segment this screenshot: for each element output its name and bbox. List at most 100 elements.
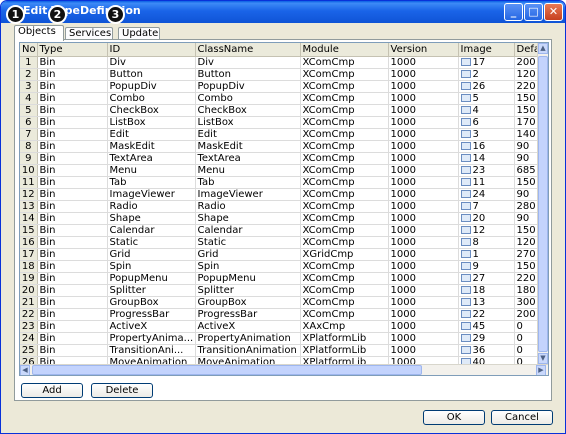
cell-image[interactable]: 12 xyxy=(458,224,515,237)
cell-id[interactable]: CheckBox xyxy=(107,104,196,117)
cell-version[interactable]: 1000 xyxy=(388,224,459,237)
cell-image[interactable]: 16 xyxy=(458,140,515,153)
horizontal-scrollbar[interactable]: ◀ ▶ xyxy=(20,364,548,375)
cell-classname[interactable]: Button xyxy=(195,68,301,81)
cell-no[interactable]: 20 xyxy=(20,284,38,297)
cell-no[interactable]: 17 xyxy=(20,248,38,261)
cell-id[interactable]: TransitionAni... xyxy=(107,344,196,357)
typedef-grid[interactable]: No Type ID ClassName Module Version Imag… xyxy=(19,42,549,376)
vertical-scroll-thumb[interactable] xyxy=(538,56,548,352)
table-row[interactable]: 10 Bin Menu Menu XComCmp 1000 23 685 xyxy=(20,164,548,177)
table-row[interactable]: 22 Bin ProgressBar ProgressBar XComCmp 1000 22… xyxy=(20,308,548,321)
cell-classname[interactable]: Calendar xyxy=(195,224,301,237)
cell-module[interactable]: XComCmp xyxy=(300,152,389,165)
cell-version[interactable]: 1000 xyxy=(388,140,459,153)
cell-image[interactable]: 6 xyxy=(458,116,515,129)
cell-id[interactable]: Button xyxy=(107,68,196,81)
cell-image[interactable]: 3 xyxy=(458,128,515,141)
cell-id[interactable]: Div xyxy=(107,56,196,69)
cell-classname[interactable]: Edit xyxy=(195,128,301,141)
cell-no[interactable]: 2 xyxy=(20,68,38,81)
cell-module[interactable]: XComCmp xyxy=(300,92,389,105)
cell-module[interactable]: XComCmp xyxy=(300,128,389,141)
cell-classname[interactable]: Radio xyxy=(195,200,301,213)
cell-type[interactable]: Bin xyxy=(37,272,108,285)
table-row[interactable]: 3 Bin PopupDiv PopupDiv XComCmp 1000 26 220 xyxy=(20,80,548,93)
cell-module[interactable]: XComCmp xyxy=(300,140,389,153)
cell-image[interactable]: 2 xyxy=(458,68,515,81)
cell-module[interactable]: XComCmp xyxy=(300,188,389,201)
tab-objects[interactable]: Objects xyxy=(14,25,64,41)
cell-image[interactable]: 24 xyxy=(458,188,515,201)
cell-module[interactable]: XComCmp xyxy=(300,80,389,93)
cell-no[interactable]: 19 xyxy=(20,272,38,285)
cell-classname[interactable]: GroupBox xyxy=(195,296,301,309)
cell-module[interactable]: XComCmp xyxy=(300,104,389,117)
cell-module[interactable]: XComCmp xyxy=(300,116,389,129)
table-row[interactable]: 14 Bin Shape Shape XComCmp 1000 20 90 xyxy=(20,212,548,225)
cell-classname[interactable]: Div xyxy=(195,56,301,69)
cell-type[interactable]: Bin xyxy=(37,200,108,213)
cancel-button[interactable]: Cancel xyxy=(491,410,553,425)
cell-id[interactable]: GroupBox xyxy=(107,296,196,309)
cell-module[interactable]: XComCmp xyxy=(300,224,389,237)
arrow-right-icon[interactable]: ▶ xyxy=(536,365,546,375)
cell-type[interactable]: Bin xyxy=(37,92,108,105)
cell-version[interactable]: 1000 xyxy=(388,188,459,201)
ok-button[interactable]: OK xyxy=(423,410,485,425)
table-row[interactable]: 20 Bin Splitter Splitter XComCmp 1000 18 180 xyxy=(20,284,548,297)
cell-module[interactable]: XGridCmp xyxy=(300,248,389,261)
arrow-down-icon[interactable]: ▼ xyxy=(538,353,548,364)
cell-type[interactable]: Bin xyxy=(37,260,108,273)
table-row[interactable]: 4 Bin Combo Combo XComCmp 1000 5 150 xyxy=(20,92,548,105)
delete-button[interactable]: Delete xyxy=(91,383,153,398)
table-row[interactable]: 13 Bin Radio Radio XComCmp 1000 7 280 xyxy=(20,200,548,213)
cell-id[interactable]: PopupMenu xyxy=(107,272,196,285)
col-header-image[interactable]: Image xyxy=(458,43,515,57)
cell-type[interactable]: Bin xyxy=(37,164,108,177)
table-row[interactable]: 24 Bin PropertyAnima... PropertyAnimation XP… xyxy=(20,332,548,345)
cell-no[interactable]: 25 xyxy=(20,344,38,357)
cell-no[interactable]: 4 xyxy=(20,92,38,105)
cell-type[interactable]: Bin xyxy=(37,344,108,357)
cell-id[interactable]: Calendar xyxy=(107,224,196,237)
cell-module[interactable]: XComCmp xyxy=(300,296,389,309)
cell-type[interactable]: Bin xyxy=(37,116,108,129)
cell-id[interactable]: ProgressBar xyxy=(107,308,196,321)
cell-classname[interactable]: PopupDiv xyxy=(195,80,301,93)
cell-version[interactable]: 1000 xyxy=(388,200,459,213)
table-row[interactable]: 11 Bin Tab Tab XComCmp 1000 11 150 xyxy=(20,176,548,189)
cell-classname[interactable]: ProgressBar xyxy=(195,308,301,321)
cell-type[interactable]: Bin xyxy=(37,152,108,165)
cell-classname[interactable]: PropertyAnimation xyxy=(195,332,301,345)
table-row[interactable]: 5 Bin CheckBox CheckBox XComCmp 1000 4 150 xyxy=(20,104,548,117)
table-row[interactable]: 21 Bin GroupBox GroupBox XComCmp 1000 13 300 xyxy=(20,296,548,309)
cell-version[interactable]: 1000 xyxy=(388,104,459,117)
cell-id[interactable]: ListBox xyxy=(107,116,196,129)
cell-type[interactable]: Bin xyxy=(37,332,108,345)
cell-no[interactable]: 23 xyxy=(20,320,38,333)
cell-classname[interactable]: ImageViewer xyxy=(195,188,301,201)
cell-version[interactable]: 1000 xyxy=(388,236,459,249)
cell-module[interactable]: XComCmp xyxy=(300,212,389,225)
cell-image[interactable]: 11 xyxy=(458,176,515,189)
cell-type[interactable]: Bin xyxy=(37,104,108,117)
cell-classname[interactable]: Combo xyxy=(195,92,301,105)
cell-version[interactable]: 1000 xyxy=(388,332,459,345)
cell-id[interactable]: Splitter xyxy=(107,284,196,297)
cell-classname[interactable]: Grid xyxy=(195,248,301,261)
horizontal-scroll-thumb[interactable] xyxy=(32,365,422,375)
table-row[interactable]: 9 Bin TextArea TextArea XComCmp 1000 14 90 xyxy=(20,152,548,165)
cell-classname[interactable]: TextArea xyxy=(195,152,301,165)
cell-version[interactable]: 1000 xyxy=(388,272,459,285)
cell-image[interactable]: 17 xyxy=(458,56,515,69)
cell-no[interactable]: 7 xyxy=(20,128,38,141)
cell-version[interactable]: 1000 xyxy=(388,164,459,177)
cell-type[interactable]: Bin xyxy=(37,212,108,225)
cell-module[interactable]: XComCmp xyxy=(300,200,389,213)
cell-version[interactable]: 1000 xyxy=(388,260,459,273)
table-row[interactable]: 19 Bin PopupMenu PopupMenu XComCmp 1000 27 220 xyxy=(20,272,548,285)
cell-classname[interactable]: MaskEdit xyxy=(195,140,301,153)
cell-version[interactable]: 1000 xyxy=(388,284,459,297)
cell-image[interactable]: 29 xyxy=(458,332,515,345)
